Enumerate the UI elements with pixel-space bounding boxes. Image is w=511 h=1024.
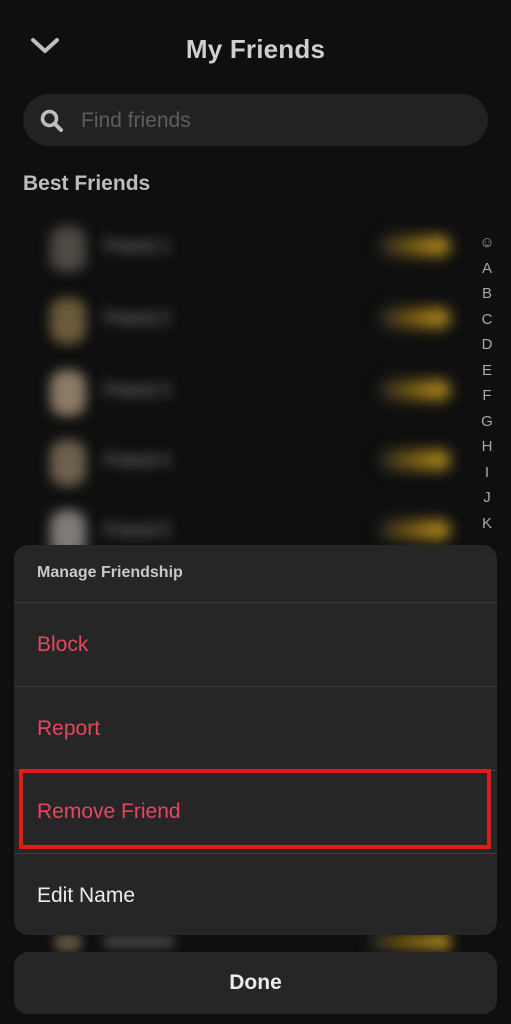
report-button[interactable]: Report <box>14 687 497 770</box>
streak-badge <box>370 934 450 950</box>
avatar <box>54 934 82 952</box>
friend-name: Friend 1 <box>104 236 171 256</box>
index-letter[interactable]: A <box>482 256 492 282</box>
search-icon <box>40 109 63 132</box>
avatar <box>50 370 86 416</box>
index-letter[interactable]: E <box>482 358 492 384</box>
friend-row[interactable]: Friend 3 <box>0 356 470 426</box>
streak-badge <box>380 450 450 470</box>
best-friends-heading: Best Friends <box>23 172 151 195</box>
index-letter[interactable]: D <box>482 332 493 358</box>
friend-name: Friend 2 <box>104 308 171 328</box>
avatar <box>50 440 86 486</box>
sheet-title: Manage Friendship <box>37 564 183 581</box>
friend-row-peek <box>0 934 470 954</box>
streak-badge <box>380 380 450 400</box>
search-bar[interactable] <box>23 94 488 148</box>
streak-badge <box>380 308 450 328</box>
friend-name: Friend 5 <box>104 520 171 540</box>
remove-friend-highlight <box>19 769 491 849</box>
index-letter[interactable]: G <box>481 409 493 435</box>
streak-badge <box>380 236 450 256</box>
avatar <box>50 226 86 272</box>
alphabet-index[interactable]: ☺ A B C D E F G H I J K <box>476 230 498 536</box>
edit-name-button[interactable]: Edit Name <box>14 854 497 935</box>
index-letter[interactable]: I <box>485 460 489 486</box>
friend-name: Friend 3 <box>104 380 171 400</box>
friend-row[interactable]: Friend 2 <box>0 284 470 354</box>
friend-name-blurred <box>104 936 174 948</box>
friend-row[interactable]: Friend 4 <box>0 426 470 496</box>
index-letter[interactable]: J <box>483 485 491 511</box>
index-letter[interactable]: B <box>482 281 492 307</box>
index-letter[interactable]: ☺ <box>479 230 494 256</box>
index-letter[interactable]: F <box>482 383 491 409</box>
streak-badge <box>380 520 450 540</box>
header: My Friends <box>0 0 511 100</box>
page-title: My Friends <box>185 34 326 64</box>
friend-row[interactable]: Friend 1 <box>0 212 470 282</box>
search-input[interactable] <box>79 94 473 148</box>
index-letter[interactable]: H <box>482 434 493 460</box>
done-button[interactable]: Done <box>14 952 497 1014</box>
block-button[interactable]: Block <box>14 603 497 686</box>
index-letter[interactable]: K <box>482 511 492 537</box>
avatar <box>50 298 86 344</box>
friend-name: Friend 4 <box>104 450 171 470</box>
manage-friendship-sheet: Manage Friendship Block Report Remove Fr… <box>14 545 497 935</box>
index-letter[interactable]: C <box>482 307 493 333</box>
